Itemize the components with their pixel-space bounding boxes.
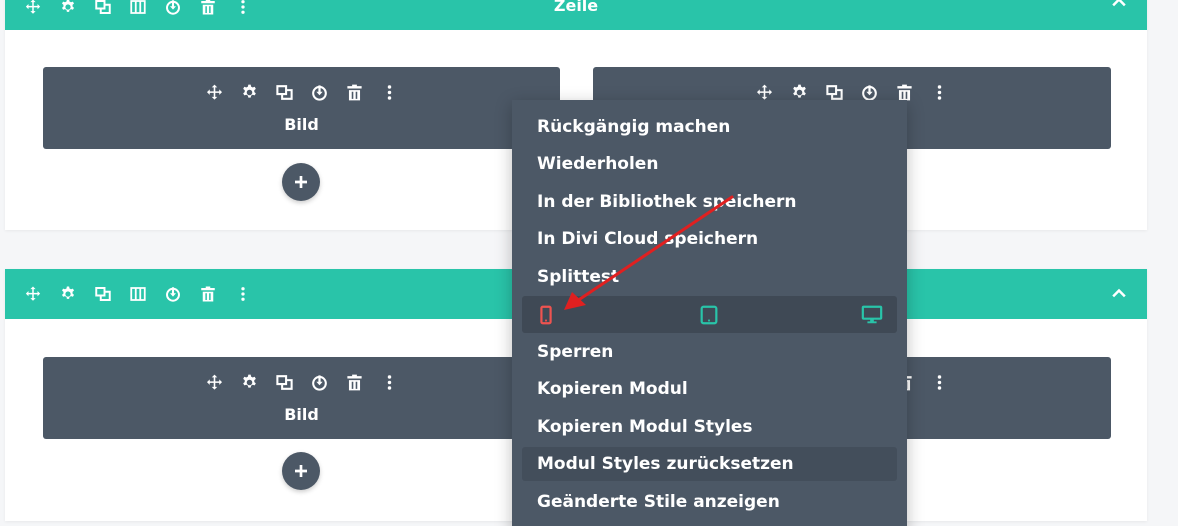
module-toolbar xyxy=(43,81,560,103)
more-options-icon[interactable] xyxy=(231,283,254,305)
module-card[interactable]: Bild xyxy=(43,67,560,149)
delete-icon[interactable] xyxy=(343,81,366,103)
columns-icon[interactable] xyxy=(126,283,149,305)
module-toolbar xyxy=(43,371,560,393)
menu-item-copy-module-styles[interactable]: Kopieren Modul Styles xyxy=(522,410,897,444)
move-icon[interactable] xyxy=(21,283,44,305)
phone-icon[interactable] xyxy=(535,304,557,326)
menu-item-show-modified-styles[interactable]: Geänderte Stile anzeigen xyxy=(522,485,897,519)
menu-item-reset-module-styles[interactable]: Modul Styles zurücksetzen xyxy=(522,447,897,481)
row-title: Zeile xyxy=(553,0,599,15)
plus-icon xyxy=(293,463,309,479)
menu-item-split-test[interactable]: Splittest xyxy=(522,260,897,294)
move-icon[interactable] xyxy=(203,371,226,393)
settings-icon[interactable] xyxy=(56,283,79,305)
save-to-library-icon[interactable] xyxy=(308,81,331,103)
move-icon[interactable] xyxy=(203,81,226,103)
menu-item-save-to-divi-cloud[interactable]: In Divi Cloud speichern xyxy=(522,222,897,256)
module-card[interactable]: Bild xyxy=(43,357,560,439)
settings-icon[interactable] xyxy=(238,371,261,393)
save-to-library-icon[interactable] xyxy=(161,283,184,305)
duplicate-icon[interactable] xyxy=(273,371,296,393)
menu-item-undo[interactable]: Rückgängig machen xyxy=(522,110,897,144)
plus-icon xyxy=(293,174,309,190)
add-module-button[interactable] xyxy=(282,163,320,201)
row-toolbar xyxy=(21,283,254,305)
more-options-icon[interactable] xyxy=(928,371,951,393)
menu-item-save-to-library[interactable]: In der Bibliothek speichern xyxy=(522,185,897,219)
more-options-icon[interactable] xyxy=(378,81,401,103)
collapse-chevron-icon[interactable] xyxy=(1109,283,1129,303)
save-to-library-icon[interactable] xyxy=(308,371,331,393)
row-header[interactable]: Zeile xyxy=(5,0,1147,30)
menu-item-copy-module[interactable]: Kopieren Modul xyxy=(522,372,897,406)
device-visibility-row xyxy=(522,296,897,333)
settings-icon[interactable] xyxy=(238,81,261,103)
duplicate-icon[interactable] xyxy=(273,81,296,103)
duplicate-icon[interactable] xyxy=(91,283,114,305)
more-options-icon[interactable] xyxy=(378,371,401,393)
more-options-icon[interactable] xyxy=(928,81,951,103)
menu-item-lock[interactable]: Sperren xyxy=(522,335,897,369)
module-label: Bild xyxy=(284,115,319,134)
delete-icon[interactable] xyxy=(196,283,219,305)
add-module-button[interactable] xyxy=(282,452,320,490)
menu-item-redo[interactable]: Wiederholen xyxy=(522,147,897,181)
collapse-chevron-icon[interactable] xyxy=(1109,0,1129,12)
delete-icon[interactable] xyxy=(343,371,366,393)
desktop-icon[interactable] xyxy=(861,304,883,326)
context-menu: Rückgängig machen Wiederholen In der Bib… xyxy=(512,100,907,526)
module-label: Bild xyxy=(284,405,319,424)
tablet-icon[interactable] xyxy=(698,304,720,326)
